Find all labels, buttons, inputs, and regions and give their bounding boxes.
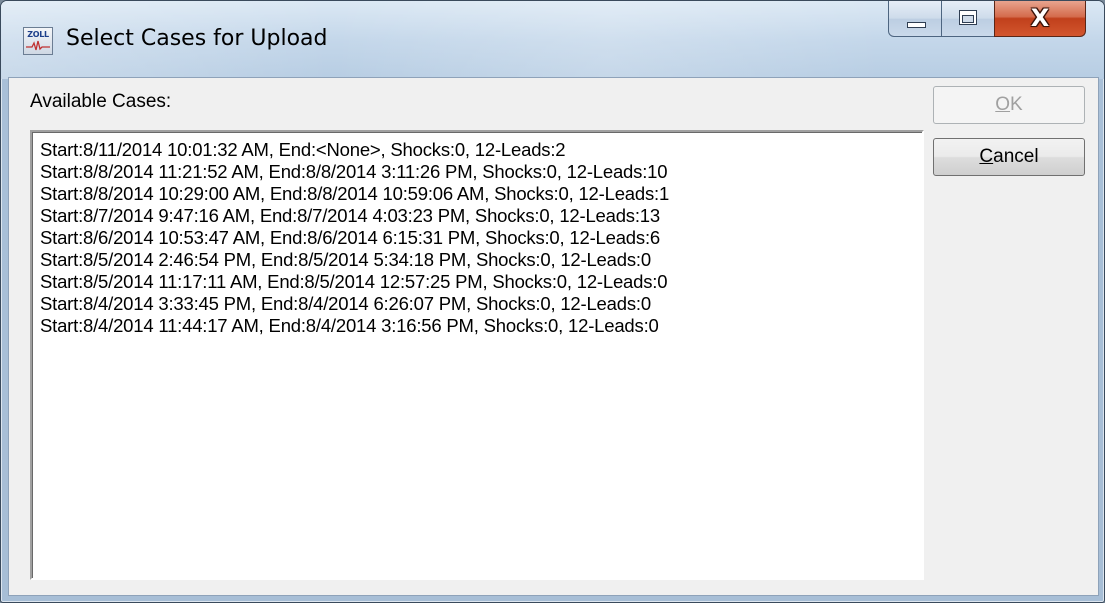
dialog-window: ZOLL Select Cases for Upload X Available… (0, 0, 1105, 603)
minimize-button[interactable] (888, 1, 942, 37)
ecg-wave-icon (26, 40, 50, 51)
ok-label-rest: K (1010, 94, 1023, 115)
maximize-icon (959, 10, 977, 25)
minimize-icon (907, 22, 926, 28)
close-button[interactable]: X (994, 1, 1086, 37)
list-item[interactable]: Start:8/4/2014 3:33:45 PM, End:8/4/2014 … (40, 293, 922, 315)
window-title: Select Cases for Upload (66, 26, 328, 51)
dialog-client-area: Available Cases: Start:8/11/2014 10:01:3… (8, 77, 1099, 596)
ok-button[interactable]: OK (933, 86, 1085, 124)
app-icon-label: ZOLL (27, 30, 49, 39)
title-bar[interactable]: ZOLL Select Cases for Upload X (1, 1, 1104, 79)
app-icon[interactable]: ZOLL (23, 27, 53, 55)
ok-mnemonic: O (995, 94, 1011, 115)
list-item[interactable]: Start:8/8/2014 10:29:00 AM, End:8/8/2014… (40, 183, 922, 205)
cancel-label-rest: ancel (993, 146, 1039, 167)
available-cases-label: Available Cases: (30, 91, 172, 112)
list-item[interactable]: Start:8/5/2014 2:46:54 PM, End:8/5/2014 … (40, 249, 922, 271)
list-item[interactable]: Start:8/4/2014 11:44:17 AM, End:8/4/2014… (40, 315, 922, 337)
cancel-mnemonic: C (979, 146, 994, 167)
list-item[interactable]: Start:8/5/2014 11:17:11 AM, End:8/5/2014… (40, 271, 922, 293)
list-item[interactable]: Start:8/6/2014 10:53:47 AM, End:8/6/2014… (40, 227, 922, 249)
list-item[interactable]: Start:8/7/2014 9:47:16 AM, End:8/7/2014 … (40, 205, 922, 227)
close-icon: X (1030, 4, 1050, 32)
cases-listbox[interactable]: Start:8/11/2014 10:01:32 AM, End:<None>,… (30, 130, 924, 580)
cancel-button[interactable]: Cancel (933, 138, 1085, 176)
list-item[interactable]: Start:8/8/2014 11:21:52 AM, End:8/8/2014… (40, 161, 922, 183)
list-item[interactable]: Start:8/11/2014 10:01:32 AM, End:<None>,… (40, 139, 922, 161)
caption-buttons: X (888, 1, 1086, 37)
maximize-button[interactable] (941, 1, 995, 37)
